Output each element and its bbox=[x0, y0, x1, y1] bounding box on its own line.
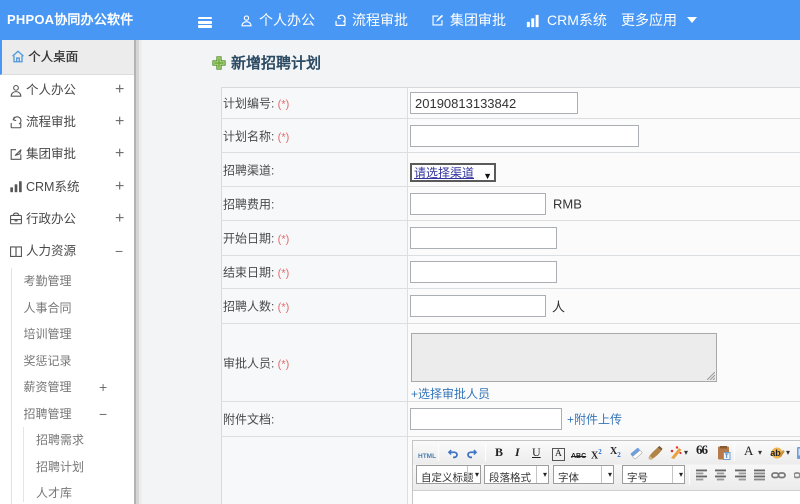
svg-text:T: T bbox=[725, 454, 729, 460]
svg-text:ab: ab bbox=[770, 448, 781, 458]
